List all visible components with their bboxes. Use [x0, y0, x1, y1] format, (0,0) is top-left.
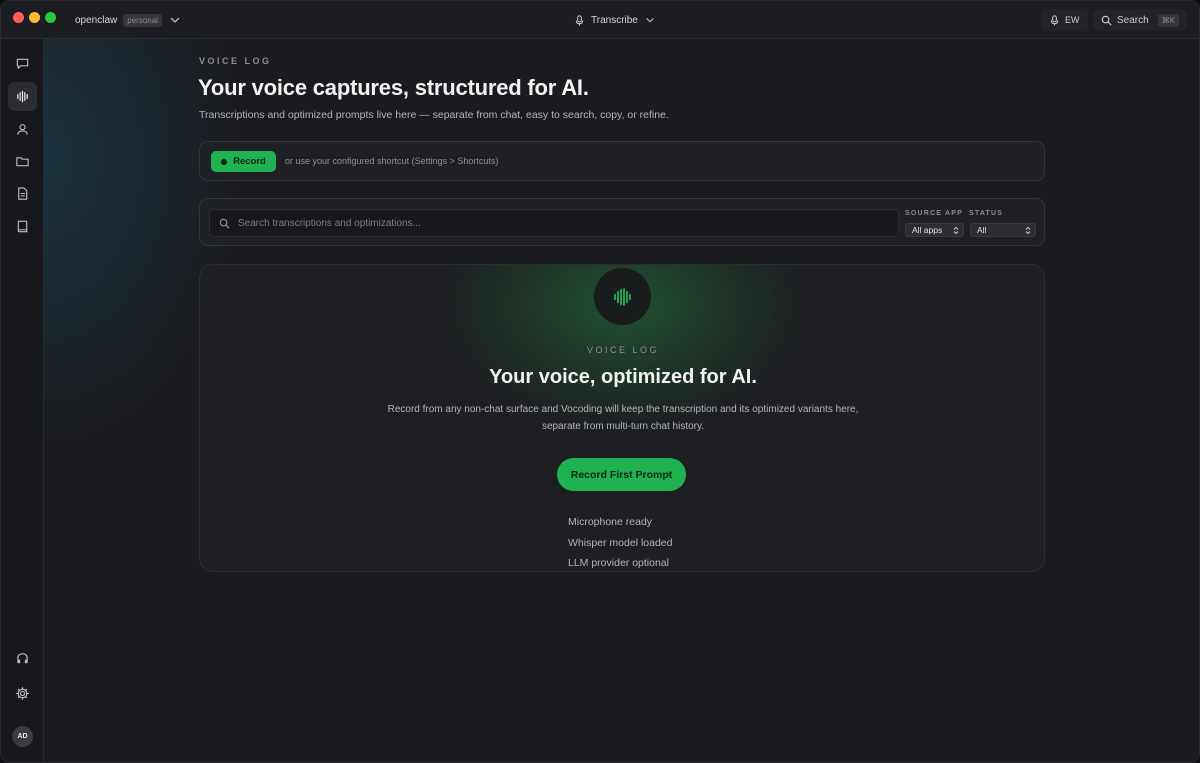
global-search-button[interactable]: Search ⌘K	[1093, 9, 1188, 31]
transcription-search-input[interactable]	[238, 217, 878, 229]
chevron-down-icon	[170, 17, 180, 23]
sidebar-item-contacts[interactable]	[8, 115, 37, 144]
search-shortcut-badge: ⌘K	[1157, 13, 1180, 27]
workspace-name: openclaw	[75, 14, 118, 26]
title-bar: openclaw personal Transcribe EW Search ⌘…	[1, 1, 1199, 39]
microphone-icon	[575, 14, 584, 26]
empty-state-card: VOICE LOG Your voice, optimized for AI. …	[199, 264, 1045, 572]
chat-bubble-icon	[16, 58, 29, 69]
status-item-microphone: Microphone ready	[568, 516, 653, 528]
source-app-select[interactable]: All apps	[905, 223, 964, 237]
search-label: Search	[1117, 14, 1149, 26]
search-icon	[1101, 15, 1112, 25]
app-window: openclaw personal Transcribe EW Search ⌘…	[0, 0, 1200, 763]
sidebar-item-support[interactable]	[8, 644, 37, 673]
sidebar-item-voice-log[interactable]	[8, 82, 37, 111]
source-app-value: All apps	[912, 225, 943, 235]
source-app-label: SOURCE APP	[905, 210, 964, 217]
waveform-icon	[613, 287, 631, 306]
person-icon	[17, 124, 28, 135]
status-label: STATUS	[969, 210, 1004, 217]
record-first-prompt-button[interactable]: Record First Prompt	[557, 458, 686, 491]
sidebar-item-folders[interactable]	[8, 147, 37, 176]
folder-icon	[16, 157, 29, 167]
transcription-search-field[interactable]	[209, 209, 899, 237]
mic-indicator: EW	[1065, 15, 1080, 25]
search-icon	[219, 218, 230, 228]
gear-icon	[16, 687, 29, 700]
headphones-icon	[17, 653, 28, 664]
empty-state-description: Record from any non-chat surface and Voc…	[387, 404, 859, 432]
record-bar: Record or use your configured shortcut (…	[199, 141, 1045, 181]
close-window-button[interactable]	[13, 12, 24, 23]
zoom-window-button[interactable]	[45, 12, 56, 23]
sidebar-item-library[interactable]	[8, 212, 37, 241]
page-subtitle: Transcriptions and optimized prompts liv…	[199, 109, 669, 121]
waveform-badge	[594, 268, 651, 325]
readiness-status-list: Microphone ready Whisper model loaded LL…	[568, 515, 673, 571]
waveform-icon	[17, 90, 28, 103]
transcribe-mode-button[interactable]: Transcribe	[564, 9, 666, 31]
updown-chevron-icon	[953, 226, 959, 234]
main-content: VOICE LOG Your voice captures, structure…	[44, 39, 1199, 762]
workspace-badge: personal	[123, 13, 162, 27]
record-button[interactable]: Record	[211, 151, 276, 172]
page-eyebrow: VOICE LOG	[199, 56, 272, 66]
page-title: Your voice captures, structured for AI.	[198, 75, 589, 100]
status-item-llm: LLM provider optional	[568, 557, 669, 569]
book-icon	[17, 220, 28, 233]
sidebar-item-chat[interactable]	[8, 49, 37, 78]
workspace-switcher[interactable]: openclaw personal	[75, 13, 182, 27]
status-item-whisper: Whisper model loaded	[568, 536, 673, 549]
status-value: All	[977, 225, 987, 235]
transcribe-label: Transcribe	[591, 14, 638, 26]
filter-bar: SOURCE APP All apps STATUS All	[199, 198, 1045, 246]
empty-state-eyebrow: VOICE LOG	[586, 345, 659, 355]
status-select[interactable]: All	[970, 223, 1036, 237]
chevron-down-icon	[646, 18, 654, 23]
minimize-window-button[interactable]	[29, 12, 40, 23]
sidebar-item-documents[interactable]	[8, 179, 37, 208]
sidebar: AD	[1, 39, 44, 762]
record-shortcut-hint: or use your configured shortcut (Setting…	[285, 156, 499, 166]
document-icon	[18, 187, 28, 200]
sidebar-item-settings[interactable]	[8, 679, 37, 708]
record-dot-icon	[221, 158, 228, 165]
avatar[interactable]: AD	[12, 726, 33, 747]
updown-chevron-icon	[1025, 226, 1031, 234]
record-button-label: Record	[233, 156, 266, 167]
microphone-icon	[1050, 14, 1059, 26]
mic-status-button[interactable]: EW	[1041, 9, 1088, 31]
empty-state-title: Your voice, optimized for AI.	[489, 366, 757, 388]
